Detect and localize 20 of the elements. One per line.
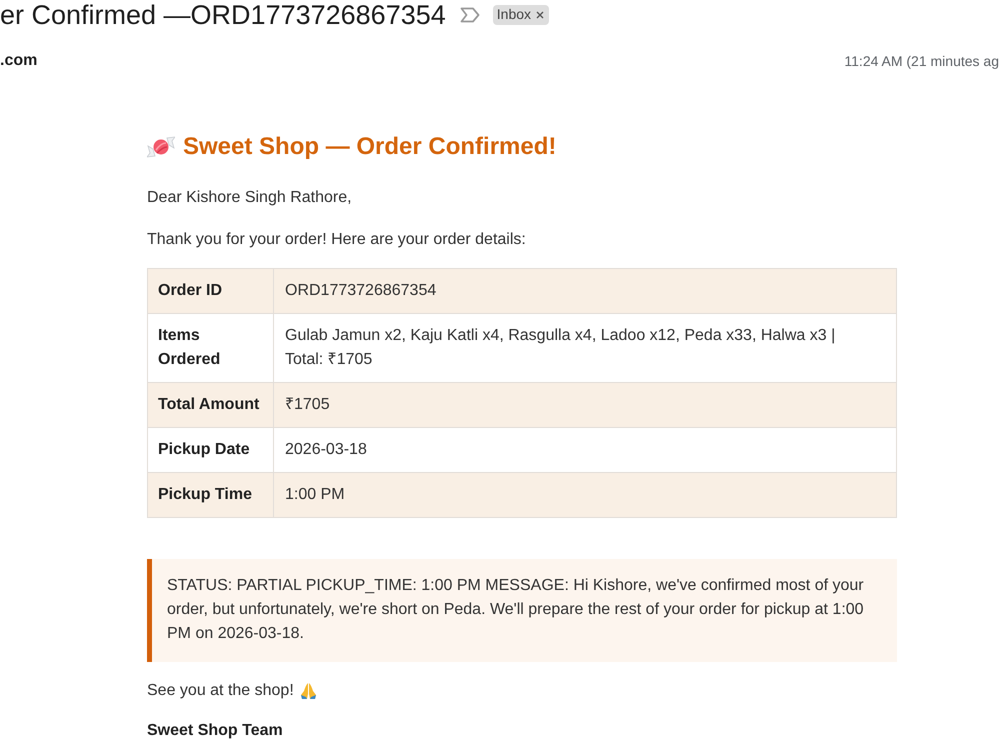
candy-icon — [147, 134, 175, 160]
greeting-text: Dear Kishore Singh Rathore, — [147, 188, 353, 208]
row-value: ₹1705 — [274, 382, 896, 428]
intro-text: Thank you for your order! Here are your order details: — [147, 230, 527, 250]
row-label: Order ID — [148, 268, 274, 314]
row-value: 1:00 PM — [274, 472, 896, 518]
importance-marker-icon[interactable] — [460, 7, 480, 23]
praying-hands-icon — [300, 682, 317, 700]
email-heading: Sweet Shop — Order Confirmed! — [183, 132, 556, 162]
row-label: Pickup Time — [148, 472, 274, 518]
sender-address: .com — [0, 52, 38, 70]
status-message: STATUS: PARTIAL PICKUP_TIME: 1:00 PM MESSAGE: Hi Kishore, we've confirmed most of your order, but unfortunately, we're short on Peda. We'll prepare the rest of your order for pickup at 1:00 PM on 2026-03-18. — [147, 559, 897, 662]
remove-label-icon[interactable] — [536, 10, 544, 18]
row-value: ORD1773726867354 — [274, 268, 896, 314]
closing-text: See you at the shop! — [147, 681, 294, 701]
email-subject: er Confirmed —ORD1773726867354 — [0, 0, 446, 30]
inbox-label-chip[interactable]: Inbox — [492, 5, 550, 25]
row-label: Total Amount — [148, 382, 274, 428]
received-time: 11:24 AM (21 minutes ag — [844, 53, 999, 69]
signature-text: Sweet Shop Team — [147, 721, 284, 741]
